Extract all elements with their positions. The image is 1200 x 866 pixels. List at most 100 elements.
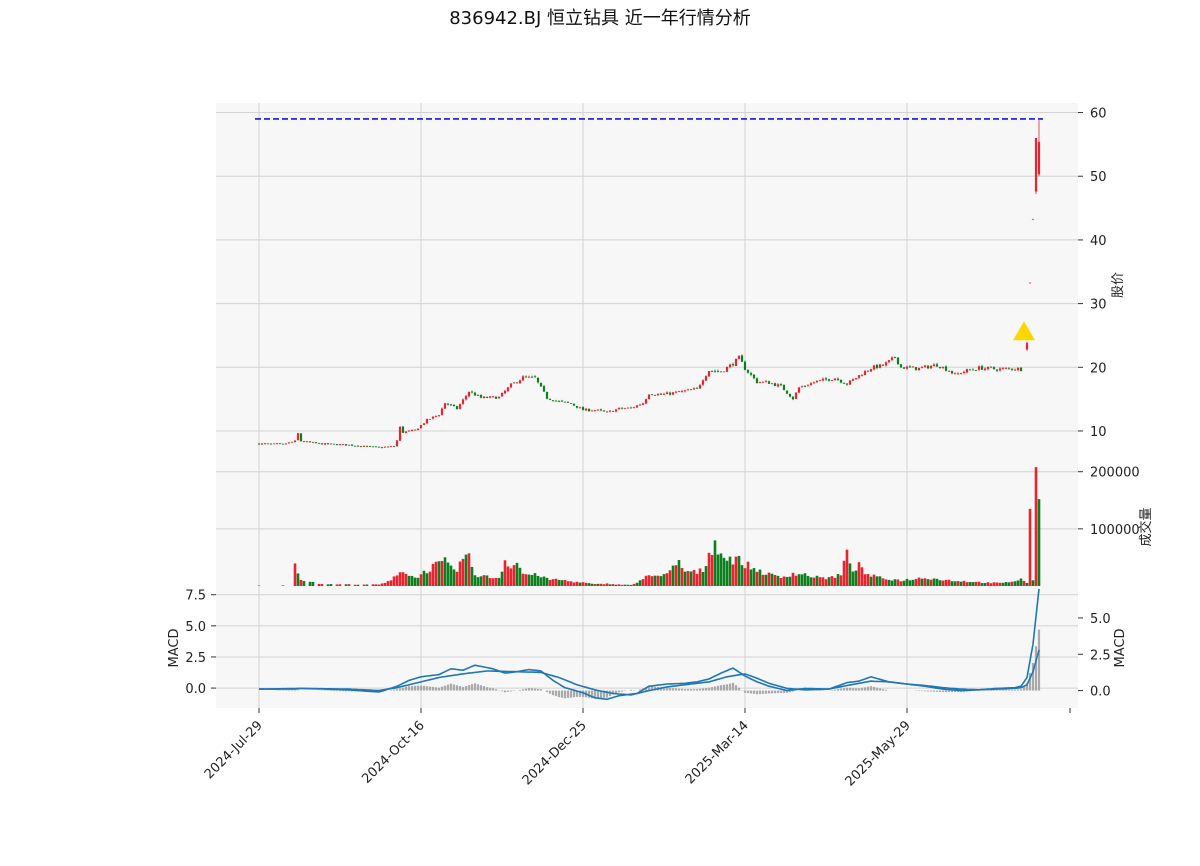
candle-body	[951, 371, 953, 374]
candle-body	[273, 443, 275, 444]
candle-body	[414, 430, 416, 431]
volume-bar	[978, 582, 981, 586]
volume-bar	[510, 568, 513, 586]
candle-body	[813, 382, 815, 383]
macd-histogram-bar	[1008, 690, 1010, 691]
candle-body	[516, 382, 518, 383]
volume-bar	[609, 584, 612, 586]
macd-histogram-bar	[468, 685, 470, 690]
candle-body	[675, 392, 677, 393]
candle-body	[1020, 368, 1022, 371]
macd-histogram-bar	[948, 691, 950, 692]
volume-bar	[384, 583, 387, 586]
candle-body	[825, 378, 827, 379]
volume-bar	[603, 584, 606, 586]
macd-histogram-bar	[630, 690, 632, 691]
candle-body	[744, 362, 746, 370]
volume-bar	[1002, 583, 1005, 586]
candle-body	[678, 391, 680, 392]
candle-body	[528, 377, 530, 378]
candle-body	[321, 443, 323, 444]
macd-left-axis-label: MACD	[167, 629, 182, 668]
volume-bar	[816, 576, 819, 586]
macd-histogram-bar	[1017, 689, 1019, 690]
macd-histogram-bar	[993, 690, 995, 691]
candle-body	[642, 403, 644, 405]
candle-body	[294, 441, 296, 443]
macd-histogram-bar	[483, 686, 485, 690]
macd-histogram-bar	[501, 691, 503, 692]
macd-histogram-bar	[687, 689, 689, 690]
macd-histogram-bar	[855, 688, 857, 690]
candle-body	[720, 371, 722, 372]
candle-body	[405, 431, 407, 432]
x-tick-label: 2024-Jul-29	[202, 718, 266, 782]
volume-bar	[702, 572, 705, 586]
candle-body	[1008, 368, 1010, 369]
candle-body	[849, 380, 851, 384]
volume-bar	[903, 581, 906, 586]
candle-body	[873, 365, 875, 369]
macd-histogram-bar	[453, 684, 455, 690]
volume-bar	[516, 563, 519, 586]
macd-histogram-bar	[1038, 630, 1040, 691]
macd-histogram-bar	[783, 691, 785, 693]
volume-bar	[402, 572, 405, 586]
candle-body	[648, 395, 650, 399]
candle-body	[258, 443, 260, 444]
candle-body	[882, 365, 884, 366]
volume-bar	[420, 574, 423, 586]
candle-body	[1014, 370, 1016, 371]
volume-bar	[687, 571, 690, 586]
candle-body	[1002, 368, 1004, 369]
volume-bar	[789, 577, 792, 586]
macd-histogram-bar	[414, 686, 416, 691]
volume-bar	[999, 583, 1002, 586]
candle-body	[711, 371, 713, 372]
candle-body	[543, 386, 545, 391]
volume-bar	[435, 562, 438, 586]
macd-left-tick-label: 5.0	[185, 620, 206, 635]
candle-body	[891, 357, 893, 359]
volume-bar	[825, 579, 828, 586]
candle-body	[609, 411, 611, 412]
candle-body	[381, 447, 383, 448]
volume-bar	[546, 578, 549, 586]
volume-bar	[312, 582, 315, 586]
volume-bar	[426, 573, 429, 586]
candle-body	[555, 401, 557, 402]
volume-bar	[723, 558, 726, 586]
candle-body	[411, 430, 413, 431]
macd-histogram-bar	[765, 691, 767, 694]
candle-body	[654, 395, 656, 396]
macd-histogram-bar	[843, 688, 845, 690]
macd-histogram-bar	[1014, 690, 1016, 691]
macd-histogram-bar	[507, 691, 509, 692]
macd-histogram-bar	[534, 689, 536, 691]
macd-histogram-bar	[780, 691, 782, 693]
candle-body	[477, 395, 479, 396]
candle-body	[879, 364, 881, 368]
candle-body	[375, 446, 377, 447]
volume-bar	[906, 579, 909, 586]
candle-body	[858, 375, 860, 378]
macd-histogram-bar	[549, 691, 551, 694]
candle-body	[267, 443, 269, 444]
macd-right-tick-label: 0.0	[1090, 685, 1111, 700]
volume-bar	[1005, 582, 1008, 586]
volume-bar	[843, 561, 846, 586]
volume-bar	[339, 584, 342, 586]
volume-bar	[444, 557, 447, 586]
candle-body	[468, 392, 470, 396]
candle-body	[426, 419, 428, 423]
macd-histogram-bar	[465, 686, 467, 691]
volume-bar	[429, 572, 432, 586]
volume-bar	[606, 583, 609, 586]
volume-bar	[537, 576, 540, 586]
macd-histogram-bar	[339, 691, 341, 692]
volume-bar	[477, 577, 480, 586]
candle-body	[612, 411, 614, 412]
volume-bar	[528, 575, 531, 586]
candle-body	[771, 383, 773, 384]
volume-bar	[561, 580, 564, 586]
